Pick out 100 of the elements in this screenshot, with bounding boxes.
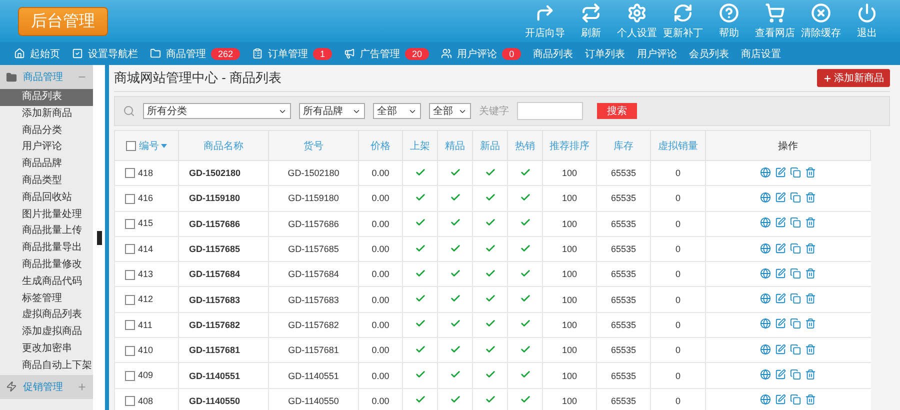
row-checkbox[interactable] (125, 294, 135, 305)
nav-link[interactable]: 订单管理 1 (252, 46, 332, 60)
globe-icon[interactable] (760, 268, 772, 279)
toolbar-button[interactable]: 清除缓存 (798, 2, 844, 40)
globe-icon[interactable] (760, 394, 772, 406)
trash-icon[interactable] (805, 293, 816, 304)
edit-icon[interactable] (775, 394, 786, 406)
nav-link[interactable]: 广告管理 20 (344, 46, 430, 60)
sidebar-item[interactable]: 虚拟商品列表 (0, 307, 93, 324)
nav-link[interactable]: 用户评论 0 (441, 46, 522, 60)
nav-link[interactable]: 设置导航栏 (72, 46, 138, 60)
copy-icon[interactable] (790, 293, 802, 304)
globe-icon[interactable] (760, 344, 772, 355)
trash-icon[interactable] (805, 344, 816, 355)
toolbar-button[interactable]: 帮助 (706, 2, 752, 40)
copy-icon[interactable] (790, 268, 802, 279)
row-checkbox[interactable] (125, 370, 135, 381)
trash-icon[interactable] (805, 369, 816, 380)
sidebar-item[interactable]: 添加虚拟商品 (0, 324, 93, 341)
row-checkbox[interactable] (125, 396, 135, 406)
sidebar-item[interactable]: 商品列表 (0, 89, 93, 106)
copy-icon[interactable] (790, 394, 802, 406)
sidebar-item[interactable]: 商品批量修改 (0, 256, 93, 274)
nav-link[interactable]: 商店设置 (741, 46, 782, 60)
sidebar-item[interactable]: 用户评论 (0, 139, 93, 156)
globe-icon[interactable] (760, 369, 772, 380)
nav-link[interactable]: 商品管理 262 (150, 46, 240, 60)
sidebar-item[interactable]: 商品自动上下架 (0, 358, 93, 375)
row-checkbox[interactable] (125, 194, 135, 204)
trash-icon[interactable] (805, 394, 816, 406)
copy-icon[interactable] (790, 217, 802, 228)
row-checkbox[interactable] (125, 244, 135, 254)
sidebar-item[interactable]: 商品回收站 (0, 190, 93, 207)
toolbar-button[interactable]: 刷新 (568, 2, 614, 40)
trash-icon[interactable] (805, 192, 816, 203)
toolbar-button[interactable]: 更新补丁 (660, 2, 706, 40)
globe-icon[interactable] (760, 217, 772, 228)
nav-link[interactable]: 起始页 (14, 46, 60, 60)
copy-icon[interactable] (790, 318, 802, 330)
table-cell: GD-1140551 (178, 362, 268, 388)
copy-icon[interactable] (790, 166, 802, 178)
globe-icon[interactable] (760, 318, 772, 330)
sidebar-group[interactable]: 促销管理 (0, 374, 93, 399)
edit-icon[interactable] (775, 344, 786, 355)
category-select[interactable]: 所有分类 (143, 103, 291, 119)
sidebar-item[interactable]: 添加新商品 (0, 106, 93, 123)
copy-icon[interactable] (790, 344, 802, 355)
nav-link[interactable]: 用户评论 (637, 46, 678, 60)
globe-icon[interactable] (760, 242, 772, 254)
sidebar-item[interactable]: 更改加密串 (0, 340, 93, 358)
sidebar-item[interactable]: 商品批量导出 (0, 240, 93, 257)
add-button[interactable]: 添加新商品 (817, 69, 890, 87)
edit-icon[interactable] (775, 293, 786, 304)
sidebar-group[interactable]: 商品管理 (0, 65, 93, 89)
status-select[interactable]: 全部 (429, 103, 471, 119)
trash-icon[interactable] (805, 166, 816, 178)
copy-icon[interactable] (790, 192, 802, 203)
copy-icon[interactable] (790, 242, 802, 254)
toolbar-button[interactable]: 退出 (844, 2, 890, 40)
trash-icon[interactable] (805, 268, 816, 279)
collapse-handle[interactable] (96, 230, 102, 244)
row-checkbox[interactable] (125, 219, 135, 230)
row-checkbox[interactable] (125, 346, 135, 356)
sidebar-item[interactable]: 生成商品代码 (0, 274, 93, 291)
trash-icon[interactable] (805, 217, 816, 228)
edit-icon[interactable] (775, 318, 786, 330)
trash-icon[interactable] (805, 318, 816, 330)
row-checkbox[interactable] (125, 320, 135, 330)
toolbar-button[interactable]: 个人设置 (614, 2, 660, 40)
lightning-icon (6, 381, 17, 392)
edit-icon[interactable] (775, 166, 786, 178)
nav-link[interactable]: 会员列表 (689, 46, 730, 60)
table-cell: 0.00 (358, 388, 402, 410)
globe-icon[interactable] (760, 293, 772, 304)
edit-icon[interactable] (775, 192, 786, 203)
copy-icon[interactable] (790, 369, 802, 380)
search-button[interactable]: 搜索 (597, 103, 637, 119)
sidebar-item[interactable]: 商品品牌 (0, 156, 93, 173)
edit-icon[interactable] (775, 242, 786, 254)
globe-icon[interactable] (760, 166, 772, 178)
nav-link[interactable]: 商品列表 (533, 46, 574, 60)
row-checkbox[interactable] (125, 168, 135, 178)
toolbar-button[interactable]: 开店向导 (522, 2, 568, 40)
globe-icon[interactable] (760, 192, 772, 203)
edit-icon[interactable] (775, 268, 786, 279)
status-select[interactable]: 全部 (373, 103, 421, 119)
sidebar-item[interactable]: 图片批量处理 (0, 206, 93, 224)
sidebar-item[interactable]: 商品批量上传 (0, 223, 93, 240)
sidebar-item[interactable]: 商品分类 (0, 122, 93, 140)
row-checkbox[interactable] (125, 270, 135, 280)
trash-icon[interactable] (805, 242, 816, 254)
nav-link[interactable]: 订单列表 (585, 46, 626, 60)
toolbar-button[interactable]: 查看网店 (752, 2, 798, 40)
sidebar-item[interactable]: 标签管理 (0, 290, 93, 308)
edit-icon[interactable] (775, 369, 786, 380)
select-all-checkbox[interactable] (126, 140, 136, 151)
brand-select[interactable]: 所有品牌 (299, 103, 365, 119)
keyword-field[interactable] (517, 102, 583, 120)
edit-icon[interactable] (775, 217, 786, 228)
sidebar-item[interactable]: 商品类型 (0, 172, 93, 190)
